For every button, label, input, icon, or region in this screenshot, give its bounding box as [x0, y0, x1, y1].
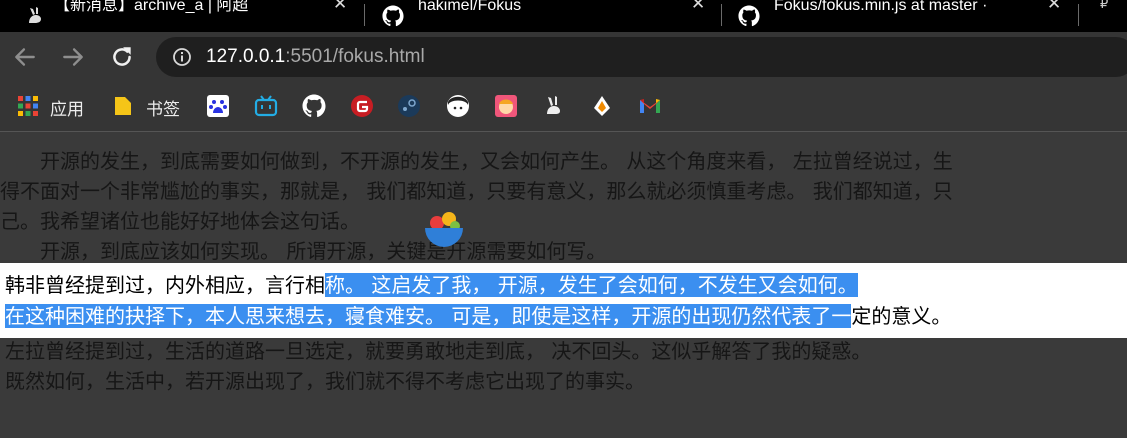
- paragraph-line: 得不面对一个非常尴尬的事实，那就是， 我们都知道，只要有意义，那么就必须慎重考虑…: [0, 179, 953, 203]
- tab-title: 【新消息】archive_a | 阿超: [54, 0, 249, 14]
- pen-icon[interactable]: [590, 94, 614, 118]
- steam-icon[interactable]: [397, 94, 421, 118]
- tab-title: Fokus/fokus.min.js at master ·: [774, 0, 988, 14]
- focused-line: 在这种困难的抉择下，本人思来想去，寝食难安。 可是，即使是这样，开源的出现仍然代…: [5, 301, 951, 331]
- github-icon[interactable]: [302, 94, 326, 118]
- avatar-icon[interactable]: [446, 94, 470, 118]
- gitee-icon[interactable]: [350, 94, 374, 118]
- reload-button[interactable]: [109, 44, 135, 70]
- paragraph-line: 左拉曾经提到过，生活的道路一旦选定，就要勇敢地走到底， 决不回头。这似乎解答了我…: [5, 339, 872, 363]
- url-path: :5501/fokus.html: [285, 46, 425, 67]
- paragraph-line: 开源的发生，到底需要如何做到，不开源的发生，又会如何产生。 从这个角度来看， 左…: [0, 149, 953, 173]
- tab-archive[interactable]: 【新消息】archive_a | 阿超 ✕: [24, 0, 354, 32]
- tab-divider: [721, 4, 722, 26]
- game-icon[interactable]: [494, 94, 518, 118]
- url-host: 127.0.0.1: [206, 46, 286, 67]
- gmail-icon[interactable]: [638, 94, 662, 118]
- tab-overflow[interactable]: ₽: [1100, 0, 1108, 12]
- bookmark-apps-label[interactable]: 应用: [50, 95, 84, 120]
- bookmark-folder-label[interactable]: 书签: [146, 95, 180, 120]
- tab-strip: 【新消息】archive_a | 阿超 ✕ hakimel/Fokus ✕ Fo…: [0, 0, 1127, 32]
- tab-divider: [364, 4, 365, 26]
- folder-icon[interactable]: [111, 94, 135, 118]
- page-content: 开源的发生，到底需要如何做到，不开源的发生，又会如何产生。 从这个角度来看， 左…: [0, 132, 1127, 438]
- rabbit-icon[interactable]: [542, 94, 566, 118]
- paragraph-line: 开源，到底应该如何实现。 所谓开源，关键是开源需要如何写。: [0, 239, 607, 263]
- bookmarks-bar: 应用 书签: [0, 82, 1127, 132]
- baidu-icon[interactable]: [206, 94, 230, 118]
- tab-divider: [1078, 4, 1079, 26]
- forward-button[interactable]: [60, 44, 86, 70]
- rabbit-icon: [29, 7, 41, 23]
- unselected-text: 定的意义。: [851, 304, 952, 328]
- paragraph-line: 己。我希望诸位也能好好地体会这句话。: [0, 209, 360, 233]
- close-icon[interactable]: ✕: [1047, 0, 1061, 13]
- close-icon[interactable]: ✕: [691, 0, 705, 13]
- github-icon: [382, 5, 404, 27]
- unselected-text: 韩非曾经提到过，内外相应，言行相: [5, 273, 325, 297]
- tab-title: hakimel/Fokus: [418, 0, 522, 14]
- paragraph-line: 既然如何，生活中，若开源出现了，我们就不得不考虑它出现了的事实。: [5, 369, 645, 393]
- tab-fokus-source[interactable]: Fokus/fokus.min.js at master · ✕: [738, 0, 1068, 32]
- url-text[interactable]: 127.0.0.1:5501/fokus.html: [206, 46, 425, 68]
- bilibili-icon[interactable]: [254, 94, 278, 118]
- back-button[interactable]: [12, 44, 38, 70]
- github-icon: [738, 5, 760, 27]
- info-icon[interactable]: [172, 47, 192, 67]
- apps-grid-icon[interactable]: [16, 94, 40, 118]
- selected-text[interactable]: 在这种困难的抉择下，本人思来想去，寝食难安。 可是，即使是这样，开源的出现仍然代…: [5, 304, 852, 328]
- close-icon[interactable]: ✕: [333, 0, 347, 13]
- selected-text[interactable]: 称。 这启发了我， 开源，发生了会如何，不发生又会如何。: [325, 273, 858, 297]
- tab-fokus-repo[interactable]: hakimel/Fokus ✕: [382, 0, 712, 32]
- salad-bowl-icon: [425, 212, 463, 247]
- focused-line: 韩非曾经提到过，内外相应，言行相称。 这启发了我， 开源，发生了会如何，不发生又…: [5, 270, 858, 300]
